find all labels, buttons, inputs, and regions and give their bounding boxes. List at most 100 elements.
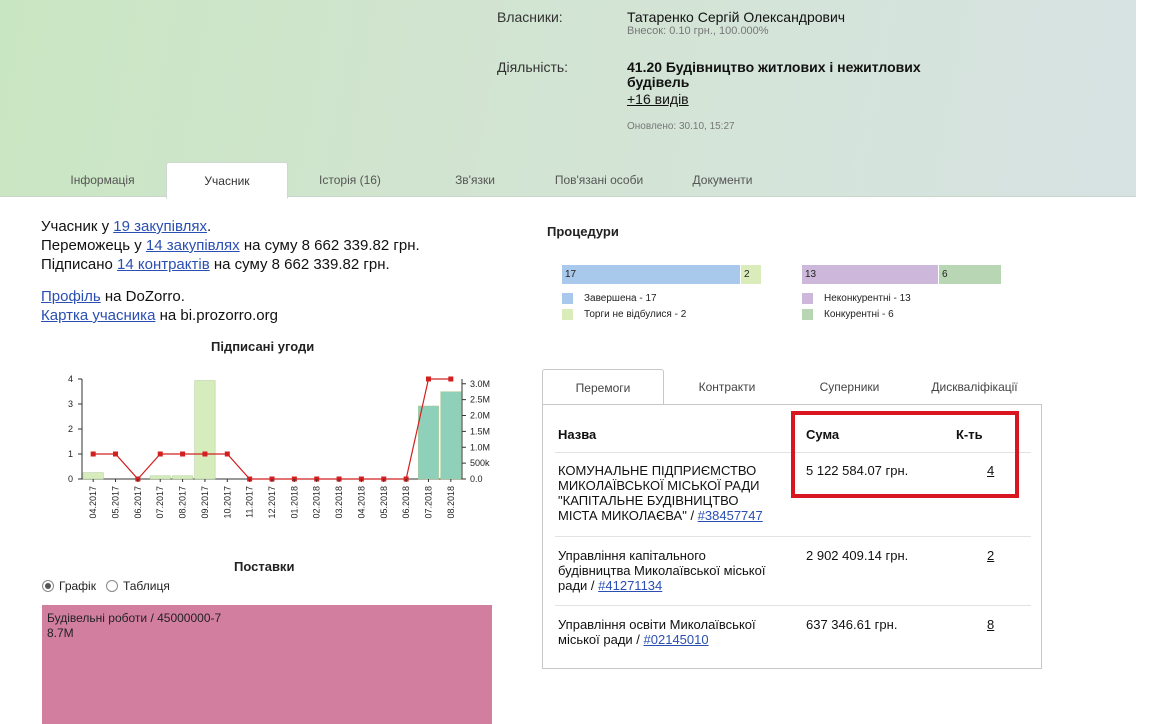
line-point (90, 451, 96, 457)
supplies-title: Поставки (234, 559, 295, 574)
tile-value: 8.7M (47, 626, 74, 640)
buyer-code-link[interactable]: #38457747 (698, 508, 763, 523)
x-tick-label: 04.2018 (356, 486, 366, 519)
row-count-link[interactable]: 8 (987, 617, 994, 632)
tab-info[interactable]: Інформація (40, 162, 165, 198)
summary-bi: Картка учасника на bi.prozorro.org (41, 307, 278, 324)
updated-time: Оновлено: 30.10, 15:27 (627, 121, 735, 132)
wins-link[interactable]: 14 закупівлях (146, 237, 240, 254)
table-row: Управління капітального будівництва Мико… (558, 548, 766, 593)
company-header: Власники: Татаренко Сергій Олександрович… (0, 0, 1136, 199)
legend-label: Конкурентні - 6 (824, 309, 894, 320)
x-tick-label: 09.2017 (200, 486, 210, 519)
procedure-bar-segment[interactable]: 17 (562, 265, 740, 284)
contracts-link[interactable]: 14 контрактів (117, 256, 210, 273)
procedure-bar-segment[interactable]: 2 (741, 265, 761, 284)
x-tick-label: 04.2017 (88, 486, 98, 519)
legend-swatch (562, 293, 573, 304)
tab-history[interactable]: Історія (16) (290, 162, 410, 198)
x-tick-label: 08.2018 (446, 486, 456, 519)
x-tick-label: 05.2017 (111, 486, 121, 519)
right-tick-label: 2.5M (470, 395, 490, 405)
summary-participant: Учасник у 19 закупівлях. (41, 218, 212, 235)
summary-contracts: Підписано 14 контрактів на суму 8 662 33… (41, 256, 390, 273)
procedure-bar-segment[interactable]: 6 (939, 265, 1001, 284)
chart-bar (194, 380, 216, 480)
x-tick-label: 11.2017 (245, 486, 255, 518)
legend-swatch (562, 309, 573, 320)
procedure-bar-segment[interactable]: 13 (802, 265, 938, 284)
radio-table-label: Таблиця (122, 579, 170, 593)
legend-label: Неконкурентні - 13 (824, 293, 911, 304)
supplies-treemap-tile[interactable]: Будівельні роботи / 45000000-7 8.7M (42, 605, 492, 724)
owner-name: Татаренко Сергій Олександрович (627, 9, 846, 25)
line-point (425, 376, 431, 382)
summary-winner: Переможець у 14 закупівлях на суму 8 662… (41, 237, 420, 254)
contracts-line (93, 378, 451, 480)
x-tick-label: 06.2017 (133, 486, 143, 519)
buyer-code-link[interactable]: #02145010 (644, 632, 709, 647)
activity-line-2: будівель (627, 74, 690, 90)
x-tick-label: 08.2017 (178, 486, 188, 519)
chart-bar (418, 405, 439, 480)
right-tick-label: 1.0M (470, 442, 490, 452)
procedure-legend-item: Конкурентні - 6 (802, 309, 894, 320)
left-tick-label: 4 (68, 374, 73, 384)
radio-table[interactable] (105, 580, 118, 592)
buyer-code-link[interactable]: #41271134 (598, 578, 662, 593)
chart-bar (440, 391, 462, 480)
supplies-view-toggle: Графік Таблиця (42, 579, 170, 593)
col-name: Назва (558, 427, 597, 442)
chart-bar (149, 475, 171, 480)
line-point (202, 451, 208, 457)
right-tick-label: 1.5M (470, 426, 490, 436)
chart-bar (82, 472, 104, 480)
profile-link[interactable]: Профіль (41, 288, 101, 305)
procedure-legend-item: Неконкурентні - 13 (802, 293, 911, 304)
line-point (157, 451, 163, 457)
participant-card-link[interactable]: Картка учасника (41, 307, 155, 324)
x-tick-label: 05.2018 (379, 486, 389, 519)
right-tick-label: 500k (470, 458, 490, 468)
procedure-legend-item: Торги не відбулися - 2 (562, 309, 686, 320)
legend-label: Торги не відбулися - 2 (584, 309, 687, 320)
tab-related-persons[interactable]: Пов'язані особи (540, 162, 658, 198)
procedure-legend-item: Завершена - 17 (562, 293, 657, 304)
tile-label: Будівельні роботи / 45000000-7 (47, 611, 222, 625)
left-tick-label: 1 (68, 449, 73, 459)
line-point (113, 451, 119, 457)
tab-links[interactable]: Зв'язки (420, 162, 530, 198)
x-tick-label: 02.2018 (312, 486, 322, 519)
procurements-link[interactable]: 19 закупівлях (113, 218, 207, 235)
tab-documents[interactable]: Документи (670, 162, 775, 198)
legend-swatch (802, 293, 813, 304)
legend-label: Завершена - 17 (584, 293, 657, 304)
radio-graph-label: Графік (59, 579, 96, 593)
right-tick-label: 2.0M (470, 411, 490, 421)
table-row: Управління освіти Миколаївської міської … (558, 617, 756, 647)
row-sum: 637 346.61 грн. (806, 617, 898, 632)
activity-more-link[interactable]: +16 видів (627, 91, 689, 107)
table-row: КОМУНАЛЬНЕ ПІДПРИЄМСТВО МИКОЛАЇВСЬКОЇ МІ… (558, 463, 763, 523)
activity-label: Діяльність: (497, 59, 569, 75)
owner-share: Внесок: 0.10 грн., 100.000% (627, 25, 769, 37)
line-point (448, 376, 454, 382)
tab-contracts[interactable]: Контракти (672, 369, 782, 405)
x-tick-label: 07.2018 (423, 486, 433, 519)
left-tick-label: 3 (68, 399, 73, 409)
highlight-annotation (791, 411, 1019, 498)
radio-graph[interactable] (42, 580, 54, 592)
line-point (224, 451, 230, 457)
x-tick-label: 12.2017 (267, 486, 277, 519)
tab-wins[interactable]: Перемоги (542, 369, 664, 406)
tab-competitors[interactable]: Суперники (797, 369, 902, 405)
tab-disqualifications[interactable]: Дискваліфікації (912, 369, 1037, 405)
line-point (180, 451, 186, 457)
right-tick-label: 3.0M (470, 379, 490, 389)
tab-participant[interactable]: Учасник (166, 162, 288, 199)
x-tick-label: 06.2018 (401, 486, 411, 519)
signed-agreements-chart: 0 1 2 3 4 0.0 500k 1.0M 1.5M 2.0M 2.5M 3.0M 04.2017 0… (68, 374, 490, 519)
row-count-link[interactable]: 2 (987, 548, 994, 563)
left-tick-label: 0 (68, 474, 73, 484)
procedures-title: Процедури (547, 224, 619, 239)
